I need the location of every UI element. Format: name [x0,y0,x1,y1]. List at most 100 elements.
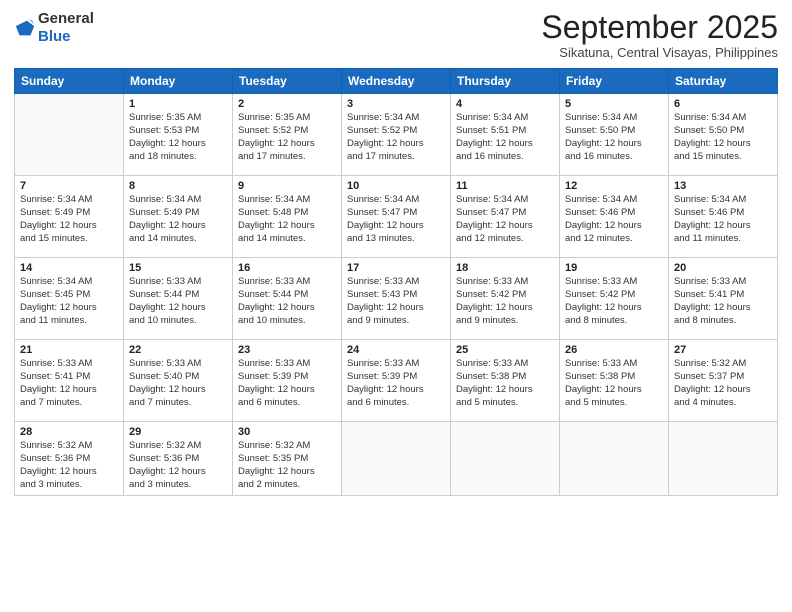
table-row: 27Sunrise: 5:32 AM Sunset: 5:37 PM Dayli… [669,340,778,422]
day-info: Sunrise: 5:35 AM Sunset: 5:52 PM Dayligh… [238,112,336,163]
table-row: 11 Sunrise: 5:34 AM Sunset: 5:47 PM Dayli… [451,176,560,258]
day-number: 7 [20,180,118,192]
table-row [15,94,124,176]
day-number: 4 [456,98,554,110]
day-number: 20 [674,262,772,274]
day-info: Sunrise: 5:33 AM Sunset: 5:39 PM Dayligh… [347,358,445,409]
col-friday: Friday [560,69,669,94]
logo-blue-text: Blue [38,28,94,46]
table-row: 24 Sunrise: 5:33 AM Sunset: 5:39 PM Dayli… [342,340,451,422]
day-info: Sunrise: 5:32 AM Sunset: 5:35 PM Dayligh… [238,440,336,491]
calendar-table: Sunday Monday Tuesday Wednesday Thursday… [14,68,778,496]
col-saturday: Saturday [669,69,778,94]
table-row: 4 Sunrise: 5:34 AM Sunset: 5:51 PM Daylig… [451,94,560,176]
day-number: 8 [129,180,227,192]
day-info: Sunrise: 5:34 AM Sunset: 5:47 PM Dayligh… [456,194,554,245]
table-row: 15 Sunrise: 5:33 AM Sunset: 5:44 PM Dayli… [124,258,233,340]
table-row: 13 Sunrise: 5:34 AM Sunset: 5:46 PM Dayli… [669,176,778,258]
header: General Blue September 2025 Sikatuna, Ce… [14,10,778,60]
table-row: 25 Sunrise: 5:33 AM Sunset: 5:38 PM Dayli… [451,340,560,422]
day-info: Sunrise: 5:32 AM Sunset: 5:37 PM Dayligh… [674,358,772,409]
day-number: 9 [238,180,336,192]
calendar-week-row: 14 Sunrise: 5:34 AM Sunset: 5:45 PM Dayli… [15,258,778,340]
day-number: 23 [238,344,336,356]
day-info: Sunrise: 5:33 AM Sunset: 5:42 PM Dayligh… [456,276,554,327]
table-row: 19 Sunrise: 5:33 AM Sunset: 5:42 PM Dayli… [560,258,669,340]
logo: General Blue [14,10,94,46]
month-title: September 2025 [541,10,778,45]
table-row: 8Sunrise: 5:34 AM Sunset: 5:49 PM Daylig… [124,176,233,258]
day-number: 18 [456,262,554,274]
location-text: Sikatuna, Central Visayas, Philippines [541,45,778,60]
table-row: 7Sunrise: 5:34 AM Sunset: 5:49 PM Daylig… [15,176,124,258]
day-number: 19 [565,262,663,274]
day-number: 28 [20,426,118,438]
day-info: Sunrise: 5:33 AM Sunset: 5:44 PM Dayligh… [129,276,227,327]
table-row: 6 Sunrise: 5:34 AM Sunset: 5:50 PM Daylig… [669,94,778,176]
day-number: 13 [674,180,772,192]
day-number: 14 [20,262,118,274]
table-row: 28 Sunrise: 5:32 AM Sunset: 5:36 PM Dayli… [15,422,124,496]
day-number: 6 [674,98,772,110]
table-row: 22 Sunrise: 5:33 AM Sunset: 5:40 PM Dayli… [124,340,233,422]
col-wednesday: Wednesday [342,69,451,94]
day-info: Sunrise: 5:34 AM Sunset: 5:48 PM Dayligh… [238,194,336,245]
day-number: 3 [347,98,445,110]
day-info: Sunrise: 5:33 AM Sunset: 5:39 PM Dayligh… [238,358,336,409]
calendar-week-row: 21 Sunrise: 5:33 AM Sunset: 5:41 PM Dayli… [15,340,778,422]
day-info: Sunrise: 5:33 AM Sunset: 5:41 PM Dayligh… [20,358,118,409]
table-row: 14 Sunrise: 5:34 AM Sunset: 5:45 PM Dayli… [15,258,124,340]
day-info: Sunrise: 5:33 AM Sunset: 5:43 PM Dayligh… [347,276,445,327]
day-info: Sunrise: 5:33 AM Sunset: 5:41 PM Dayligh… [674,276,772,327]
day-info: Sunrise: 5:33 AM Sunset: 5:42 PM Dayligh… [565,276,663,327]
day-info: Sunrise: 5:32 AM Sunset: 5:36 PM Dayligh… [129,440,227,491]
calendar-header-row: Sunday Monday Tuesday Wednesday Thursday… [15,69,778,94]
day-number: 12 [565,180,663,192]
table-row: 16Sunrise: 5:33 AM Sunset: 5:44 PM Dayli… [233,258,342,340]
table-row: 30Sunrise: 5:32 AM Sunset: 5:35 PM Dayli… [233,422,342,496]
table-row: 12Sunrise: 5:34 AM Sunset: 5:46 PM Dayli… [560,176,669,258]
calendar-week-row: 28 Sunrise: 5:32 AM Sunset: 5:36 PM Dayli… [15,422,778,496]
table-row: 5Sunrise: 5:34 AM Sunset: 5:50 PM Daylig… [560,94,669,176]
col-thursday: Thursday [451,69,560,94]
calendar-week-row: 7Sunrise: 5:34 AM Sunset: 5:49 PM Daylig… [15,176,778,258]
col-sunday: Sunday [15,69,124,94]
table-row: 29Sunrise: 5:32 AM Sunset: 5:36 PM Dayli… [124,422,233,496]
logo-general-text: General [38,10,94,28]
title-block: September 2025 Sikatuna, Central Visayas… [541,10,778,60]
day-number: 25 [456,344,554,356]
day-info: Sunrise: 5:33 AM Sunset: 5:38 PM Dayligh… [456,358,554,409]
table-row: 20 Sunrise: 5:33 AM Sunset: 5:41 PM Dayli… [669,258,778,340]
day-number: 11 [456,180,554,192]
table-row [342,422,451,496]
day-info: Sunrise: 5:33 AM Sunset: 5:40 PM Dayligh… [129,358,227,409]
day-info: Sunrise: 5:34 AM Sunset: 5:45 PM Dayligh… [20,276,118,327]
day-info: Sunrise: 5:34 AM Sunset: 5:50 PM Dayligh… [674,112,772,163]
day-info: Sunrise: 5:34 AM Sunset: 5:46 PM Dayligh… [674,194,772,245]
col-tuesday: Tuesday [233,69,342,94]
table-row: 18 Sunrise: 5:33 AM Sunset: 5:42 PM Dayli… [451,258,560,340]
day-number: 15 [129,262,227,274]
table-row: 10 Sunrise: 5:34 AM Sunset: 5:47 PM Dayli… [342,176,451,258]
day-number: 22 [129,344,227,356]
day-number: 2 [238,98,336,110]
day-number: 21 [20,344,118,356]
table-row: 21 Sunrise: 5:33 AM Sunset: 5:41 PM Dayli… [15,340,124,422]
table-row: 2 Sunrise: 5:35 AM Sunset: 5:52 PM Daylig… [233,94,342,176]
day-info: Sunrise: 5:35 AM Sunset: 5:53 PM Dayligh… [129,112,227,163]
day-number: 26 [565,344,663,356]
table-row [451,422,560,496]
day-number: 10 [347,180,445,192]
table-row: 23 Sunrise: 5:33 AM Sunset: 5:39 PM Dayli… [233,340,342,422]
table-row: 9 Sunrise: 5:34 AM Sunset: 5:48 PM Daylig… [233,176,342,258]
col-monday: Monday [124,69,233,94]
day-number: 16 [238,262,336,274]
day-number: 17 [347,262,445,274]
day-number: 24 [347,344,445,356]
table-row: 17 Sunrise: 5:33 AM Sunset: 5:43 PM Dayli… [342,258,451,340]
day-info: Sunrise: 5:34 AM Sunset: 5:47 PM Dayligh… [347,194,445,245]
day-info: Sunrise: 5:34 AM Sunset: 5:51 PM Dayligh… [456,112,554,163]
logo-icon [14,17,36,39]
table-row: 3Sunrise: 5:34 AM Sunset: 5:52 PM Daylig… [342,94,451,176]
day-info: Sunrise: 5:32 AM Sunset: 5:36 PM Dayligh… [20,440,118,491]
